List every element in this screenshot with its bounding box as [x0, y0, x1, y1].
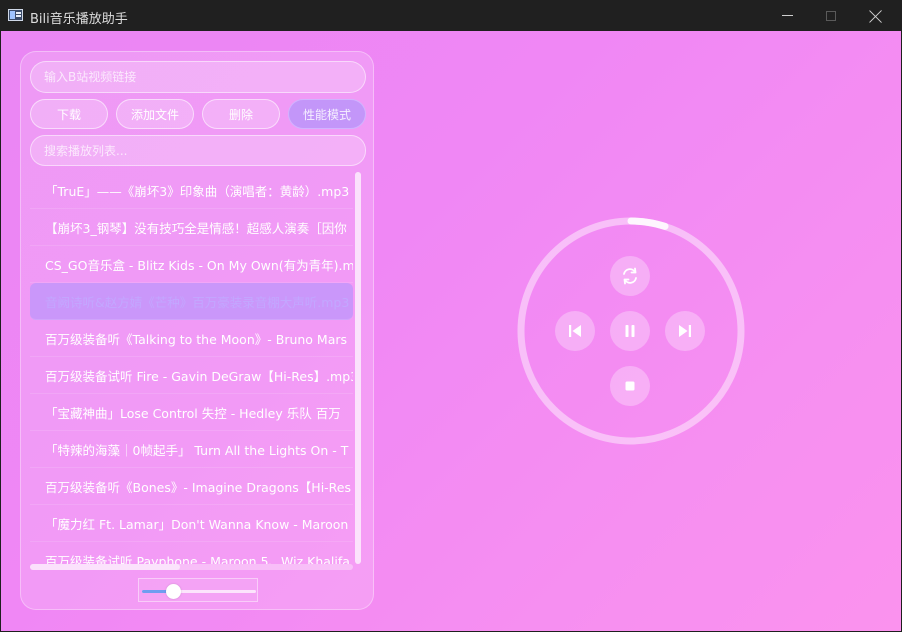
- list-item[interactable]: 百万级装备听《Bones》- Imagine Dragons【Hi-Res: [30, 468, 353, 505]
- list-item[interactable]: CS_GO音乐盒 - Blitz Kids - On My Own(有为青年).…: [30, 246, 353, 283]
- list-item[interactable]: 百万级装备试听 Payphone - Maroon 5、Wiz Khalifa: [30, 542, 353, 565]
- list-item[interactable]: 「魔力红 Ft. Lamar」Don't Wanna Know - Maroon: [30, 505, 353, 542]
- title-bar: Bili音乐播放助手: [0, 0, 902, 31]
- list-item[interactable]: 「TruE」——《崩坏3》印象曲（演唱者：黄龄）.mp3: [30, 172, 353, 209]
- download-button[interactable]: 下载: [30, 99, 108, 129]
- pause-button[interactable]: [610, 311, 650, 351]
- list-item[interactable]: 音阙诗听&赵方婧《芒种》百万豪装录音棚大声听.mp3: [30, 283, 353, 320]
- performance-mode-button[interactable]: 性能模式: [288, 99, 366, 129]
- volume-handle[interactable]: [166, 584, 182, 599]
- maximize-button[interactable]: [808, 0, 854, 31]
- loop-icon: [623, 267, 637, 285]
- playlist-panel: 下载 添加文件 删除 性能模式 「TruE」——《崩坏3》印象曲（演唱者：黄龄）…: [20, 51, 374, 610]
- volume-slider[interactable]: [138, 578, 258, 602]
- volume-track[interactable]: [142, 584, 256, 599]
- skip-previous-icon: [569, 325, 581, 337]
- skip-next-icon: [679, 325, 691, 337]
- list-item[interactable]: 「宝藏神曲」Lose Control 失控 - Hedley 乐队 百万: [30, 394, 353, 431]
- main-window: 下载 添加文件 删除 性能模式 「TruE」——《崩坏3》印象曲（演唱者：黄龄）…: [1, 31, 901, 631]
- playlist-vertical-scrollbar[interactable]: [355, 172, 361, 564]
- vertical-scroll-thumb[interactable]: [355, 172, 361, 564]
- url-input[interactable]: [30, 61, 366, 93]
- horizontal-scroll-thumb[interactable]: [30, 564, 180, 570]
- playlist-horizontal-scrollbar[interactable]: [30, 564, 353, 570]
- progress-arc: [627, 217, 669, 230]
- window-title: Bili音乐播放助手: [30, 12, 128, 27]
- playlist: 「TruE」——《崩坏3》印象曲（演唱者：黄龄）.mp3 【崩坏3_钢琴】没有技…: [30, 172, 353, 564]
- list-item[interactable]: 【崩坏3_钢琴】没有技巧全是情感！超感人演奏［因你: [30, 209, 353, 246]
- app-icon: [8, 9, 23, 21]
- minimize-button[interactable]: [764, 0, 810, 31]
- loop-button[interactable]: [610, 256, 650, 296]
- add-file-button[interactable]: 添加文件: [116, 99, 194, 129]
- previous-button[interactable]: [555, 311, 595, 351]
- list-item[interactable]: 百万级装备听《Talking to the Moon》- Bruno Mars: [30, 320, 353, 357]
- stop-button[interactable]: [610, 366, 650, 406]
- list-item[interactable]: 百万级装备试听 Fire - Gavin DeGraw【Hi-Res】.mp3: [30, 357, 353, 394]
- search-input[interactable]: [30, 135, 366, 166]
- minimize-icon: [781, 15, 793, 16]
- pause-icon: [625, 325, 635, 337]
- next-button[interactable]: [665, 311, 705, 351]
- close-icon: [869, 9, 883, 23]
- list-item[interactable]: 「特辣的海藻｜0帧起手」 Turn All the Lights On - T: [30, 431, 353, 468]
- close-button[interactable]: [853, 0, 899, 31]
- maximize-icon: [826, 10, 836, 21]
- player-controls: [516, 216, 746, 446]
- stop-icon: [625, 381, 635, 391]
- delete-button[interactable]: 删除: [202, 99, 280, 129]
